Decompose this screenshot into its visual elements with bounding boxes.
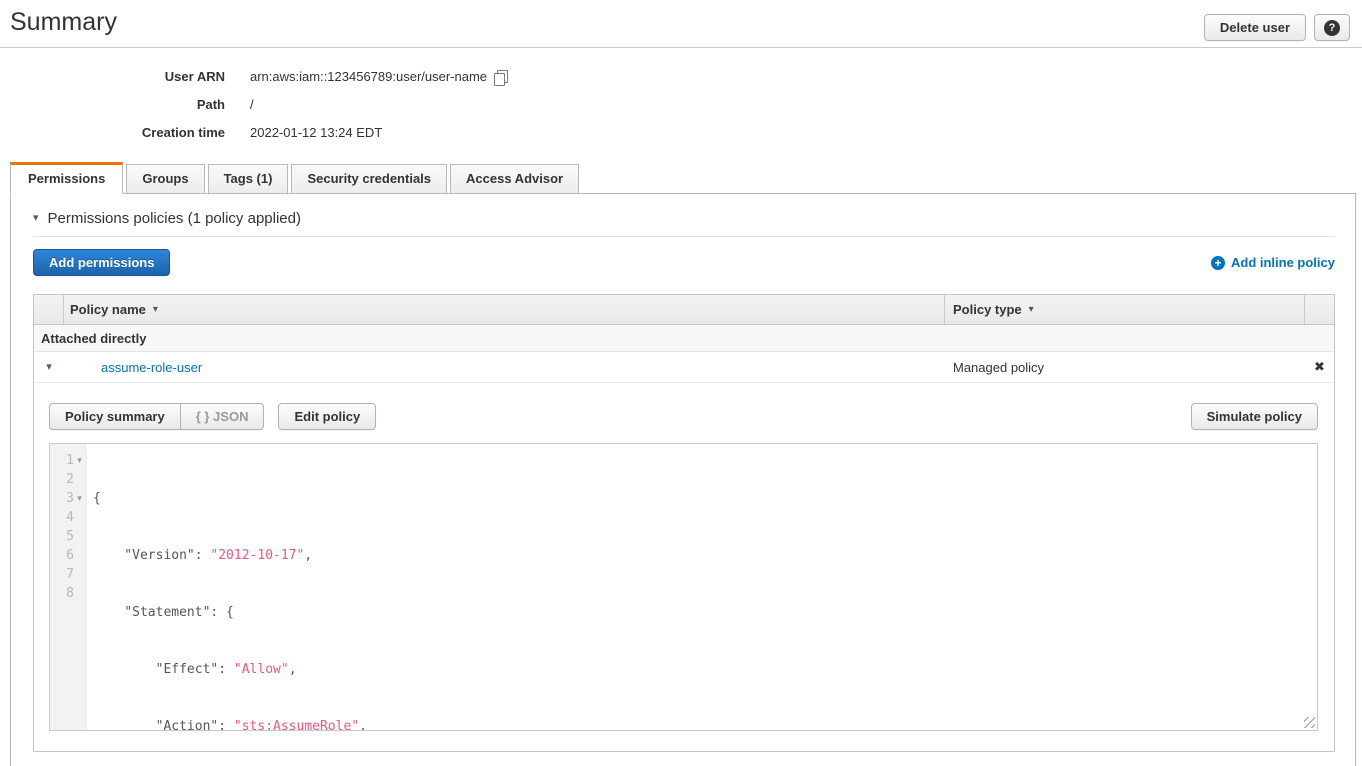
info-row-path: Path / <box>0 90 1362 118</box>
permissions-tab-panel: ▾ Permissions policies (1 policy applied… <box>10 193 1356 766</box>
tab-groups[interactable]: Groups <box>126 164 204 194</box>
user-arn-label: User ARN <box>0 69 250 84</box>
fold-caret-icon[interactable]: ▾ <box>74 489 85 508</box>
caret-down-icon: ▾ <box>46 362 52 373</box>
delete-user-button[interactable]: Delete user <box>1204 14 1306 41</box>
help-button[interactable]: ? <box>1314 14 1350 41</box>
page-header: Summary Delete user ? <box>0 0 1362 48</box>
expander-column-header <box>34 295 64 324</box>
policy-json-editor[interactable]: 1▾ 2 3▾ 4 5 6 7 8 { "Version": "2012-10-… <box>49 443 1318 731</box>
creation-time-label: Creation time <box>0 125 250 140</box>
caret-down-icon: ▾ <box>33 213 39 224</box>
policy-type-column-header[interactable]: Policy type ▾ <box>945 295 1305 324</box>
attached-directly-label: Attached directly <box>34 331 146 346</box>
permissions-policies-section-toggle[interactable]: ▾ Permissions policies (1 policy applied… <box>33 210 1335 227</box>
path-label: Path <box>0 97 250 112</box>
plus-circle-icon: + <box>1211 256 1225 270</box>
tab-permissions[interactable]: Permissions <box>10 162 123 194</box>
header-actions: Delete user ? <box>1204 14 1350 41</box>
tab-access-advisor[interactable]: Access Advisor <box>450 164 579 194</box>
tab-security-credentials[interactable]: Security credentials <box>291 164 447 194</box>
json-view-button[interactable]: { } JSON <box>180 403 265 430</box>
sort-caret-icon: ▾ <box>1029 304 1034 315</box>
user-arn-value: arn:aws:iam::123456789:user/user-name <box>250 69 487 84</box>
policy-type-value: Managed policy <box>945 360 1305 375</box>
policy-name-link[interactable]: assume-role-user <box>101 360 202 375</box>
permissions-policies-title: Permissions policies (1 policy applied) <box>48 210 301 227</box>
policy-name-column-header[interactable]: Policy name ▾ <box>64 295 945 324</box>
policy-detail-toolbar: Policy summary { } JSON Edit policy Simu… <box>49 403 1318 430</box>
path-value: / <box>250 97 254 112</box>
permissions-toolbar: Add permissions + Add inline policy <box>33 249 1335 276</box>
page-title: Summary <box>10 8 117 37</box>
add-inline-policy-link[interactable]: + Add inline policy <box>1211 255 1335 270</box>
tab-bar: Permissions Groups Tags (1) Security cre… <box>0 162 1362 194</box>
detach-policy-icon[interactable]: ✖ <box>1314 359 1325 375</box>
section-divider <box>33 236 1335 237</box>
policies-table: Policy name ▾ Policy type ▾ Attached dir… <box>33 294 1335 752</box>
editor-line-number-gutter: 1▾ 2 3▾ 4 5 6 7 8 <box>50 444 87 730</box>
tab-tags[interactable]: Tags (1) <box>208 164 289 194</box>
add-permissions-button[interactable]: Add permissions <box>33 249 170 276</box>
sort-caret-icon: ▾ <box>153 304 158 315</box>
attached-directly-group-row: Attached directly <box>34 325 1334 352</box>
policy-table-row: ▾ assume-role-user Managed policy ✖ <box>34 352 1334 383</box>
simulate-policy-button[interactable]: Simulate policy <box>1191 403 1318 430</box>
policy-summary-button[interactable]: Policy summary <box>49 403 180 430</box>
fold-caret-icon[interactable]: ▾ <box>74 451 85 470</box>
row-expand-toggle[interactable]: ▾ <box>34 362 64 373</box>
policy-view-segmented-control: Policy summary { } JSON <box>49 403 264 430</box>
policies-table-header: Policy name ▾ Policy type ▾ <box>34 295 1334 325</box>
creation-time-value: 2022-01-12 13:24 EDT <box>250 125 382 140</box>
policy-json-code[interactable]: { "Version": "2012-10-17", "Statement": … <box>87 444 1317 730</box>
actions-column-header <box>1305 295 1334 324</box>
edit-policy-button[interactable]: Edit policy <box>278 403 376 430</box>
editor-resize-handle[interactable] <box>1304 717 1315 728</box>
policy-detail-panel: Policy summary { } JSON Edit policy Simu… <box>34 383 1334 751</box>
question-icon: ? <box>1324 20 1340 36</box>
info-row-user-arn: User ARN arn:aws:iam::123456789:user/use… <box>0 62 1362 90</box>
copy-icon[interactable] <box>497 70 508 83</box>
add-inline-policy-label: Add inline policy <box>1231 255 1335 270</box>
user-info: User ARN arn:aws:iam::123456789:user/use… <box>0 62 1362 146</box>
info-row-creation-time: Creation time 2022-01-12 13:24 EDT <box>0 118 1362 146</box>
